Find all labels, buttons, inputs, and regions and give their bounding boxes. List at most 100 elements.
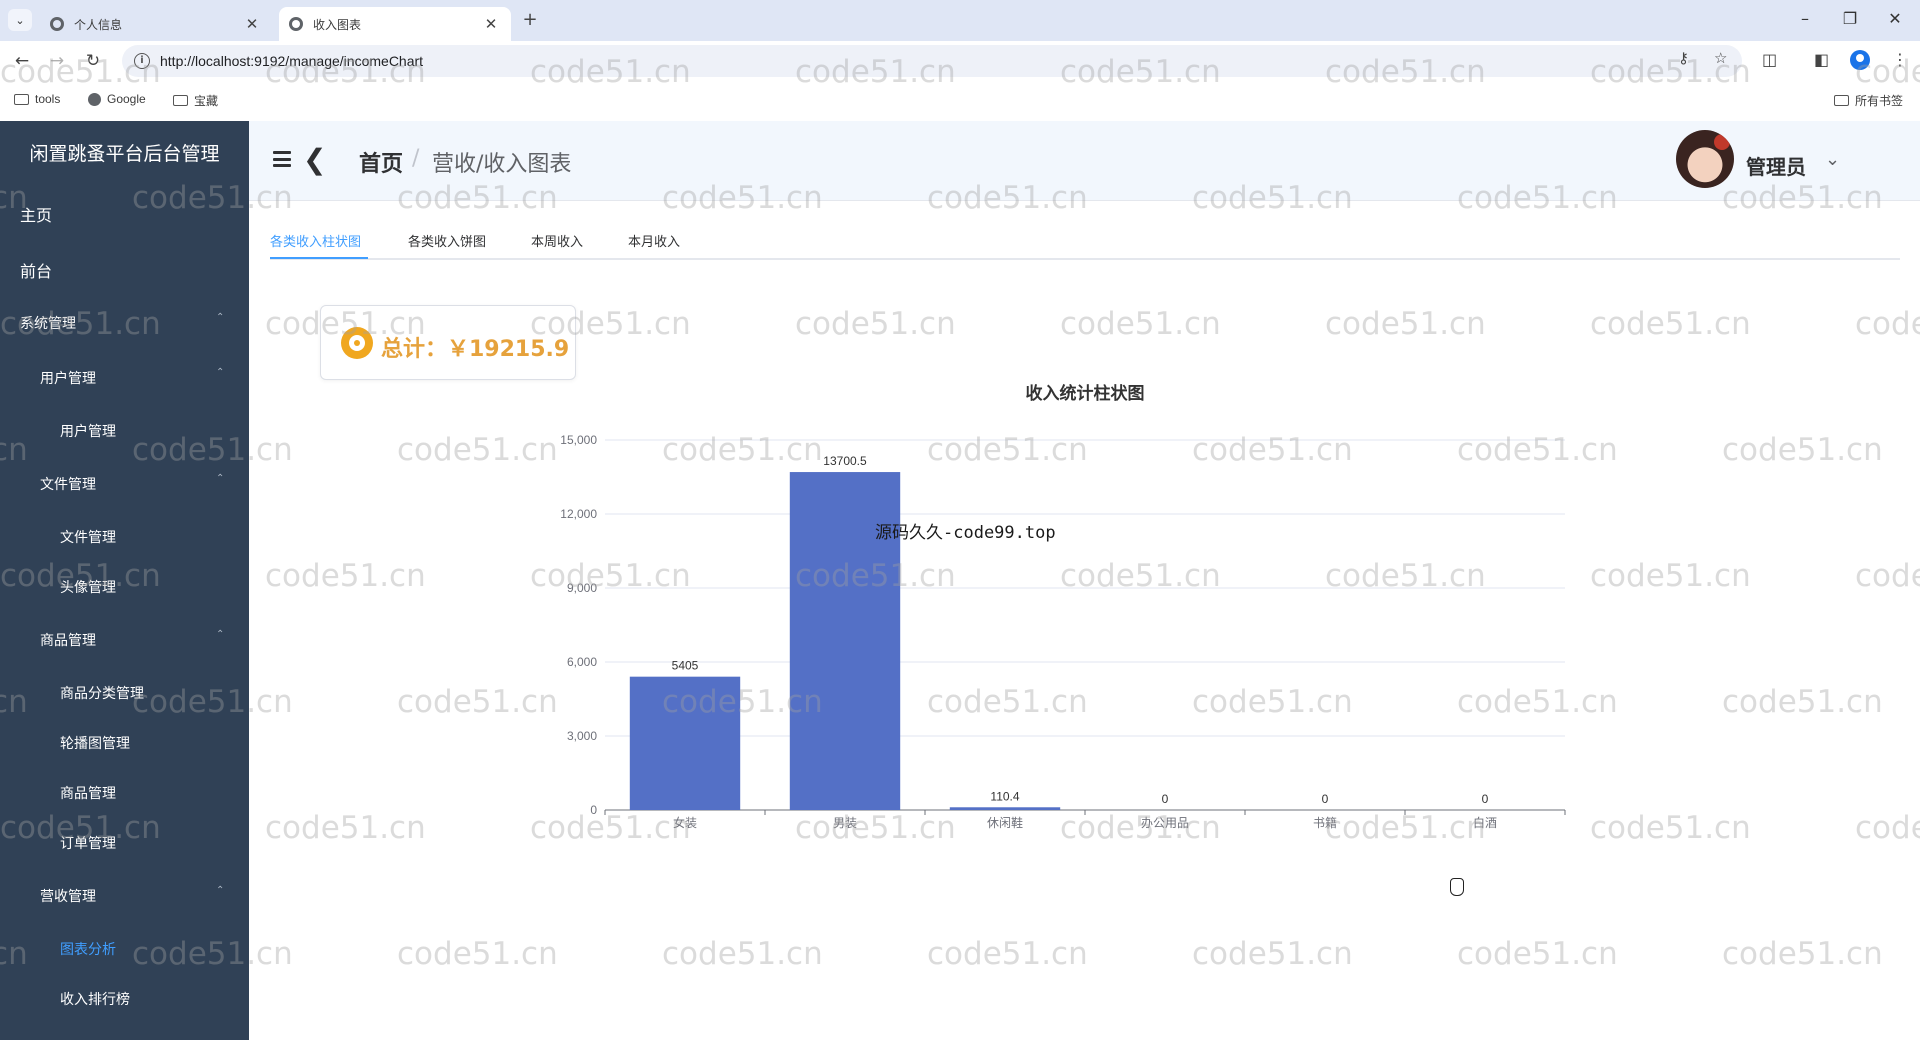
browser-tab-bar: ⌄ 个人信息 ✕ 收入图表 ✕ + – ❐ ✕ — [0, 0, 1920, 41]
y-tick-label: 3,000 — [567, 729, 597, 743]
watermark-text: code51.cn — [265, 810, 426, 846]
breadcrumb-home[interactable]: 首页 — [359, 146, 403, 178]
bar-value-label: 0 — [1162, 792, 1169, 806]
watermark-text: code51.cn — [1457, 936, 1618, 972]
more-menu-icon[interactable]: ⋮ — [1892, 50, 1908, 69]
sidebar-item-label: 用户管理 — [40, 371, 96, 387]
sidebar-item-label: 收入排行榜 — [60, 992, 130, 1008]
sidebar-item-label: 商品管理 — [40, 633, 96, 649]
chart-title: 收入统计柱状图 — [1026, 383, 1145, 404]
chart-svg: 收入统计柱状图 0 3,000 6,000 9,000 12,000 15,000 5405… — [560, 383, 1566, 830]
google-icon — [88, 92, 101, 106]
sidebar: 闲置跳蚤平台后台管理 主页 前台 系统管理 ⌃ 用户管理 ⌃ 用户管理 文件管理… — [0, 121, 249, 1040]
bar-value-label: 0 — [1482, 792, 1489, 806]
watermark-text: code51.cn — [1060, 306, 1221, 342]
sidebar-item-label: 用户管理 — [60, 424, 116, 440]
bar[interactable] — [949, 807, 1061, 810]
x-category-label: 休闲鞋 — [987, 815, 1023, 830]
x-category-label: 男装 — [833, 816, 857, 830]
restore-icon[interactable]: ❐ — [1835, 9, 1865, 28]
forward-arrow-icon[interactable]: → — [44, 49, 70, 73]
watermark-text: code51.cn — [397, 936, 558, 972]
bookmark-tools[interactable]: tools — [14, 92, 60, 106]
watermark-text: code51.cn — [1590, 306, 1751, 342]
bookmark-google[interactable]: Google — [88, 92, 146, 106]
bookmark-label: tools — [35, 92, 61, 106]
chevron-up-icon: ⌃ — [216, 367, 225, 378]
sidebar-item-label: 系统管理 — [20, 316, 76, 332]
sidebar-item-label: 头像管理 — [60, 580, 116, 596]
watermark-text: code51.cn — [1722, 432, 1883, 468]
menu-toggle-icon[interactable] — [273, 151, 291, 167]
sidebar-item-label: 轮播图管理 — [60, 736, 130, 752]
watermark-text: code51.cn — [662, 936, 823, 972]
tab-search-button[interactable]: ⌄ — [8, 9, 32, 31]
y-tick-label: 12,000 — [560, 507, 597, 521]
all-bookmarks-label: 所有书签 — [1855, 94, 1904, 108]
tab-bar-chart[interactable]: 各类收入柱状图 — [270, 231, 361, 250]
bar[interactable] — [789, 472, 901, 810]
chevron-down-icon[interactable]: ⌄ — [1825, 149, 1840, 170]
x-category-label: 女装 — [673, 815, 697, 830]
side-panel-icon[interactable]: ◧ — [1814, 50, 1829, 69]
watermark-text: code51.cn — [1855, 306, 1920, 342]
watermark-text: code51.cn — [1722, 684, 1883, 720]
tab-monthly-income[interactable]: 本月收入 — [628, 231, 680, 250]
back-arrow-icon[interactable]: ← — [9, 49, 35, 73]
globe-icon — [289, 17, 303, 31]
tab-pie-chart[interactable]: 各类收入饼图 — [408, 231, 486, 250]
url-text: http://localhost:9192/manage/incomeChart — [160, 53, 424, 69]
watermark-text: code51.cn — [265, 558, 426, 594]
bar-value-label: 0 — [1322, 792, 1329, 806]
user-name[interactable]: 管理员 — [1746, 151, 1806, 180]
site-info-icon[interactable]: i — [134, 53, 150, 69]
globe-icon — [50, 17, 64, 31]
key-icon[interactable]: ⚷ — [1678, 49, 1689, 67]
new-tab-button[interactable]: + — [518, 9, 542, 31]
minimize-icon[interactable]: – — [1790, 9, 1820, 28]
tab-weekly-income[interactable]: 本周收入 — [531, 231, 583, 250]
sidebar-item-label: 文件管理 — [40, 477, 96, 493]
sidebar-item-label: 前台 — [20, 262, 53, 281]
all-bookmarks[interactable]: 所有书签 — [1834, 92, 1903, 109]
y-tick-label: 0 — [590, 803, 597, 817]
breadcrumb-current: 营收/收入图表 — [432, 152, 572, 177]
browser-tab-profile[interactable]: 个人信息 ✕ — [40, 7, 272, 41]
url-field[interactable]: i http://localhost:9192/manage/incomeCha… — [122, 45, 1742, 77]
watermark-text: code51.cn — [1192, 936, 1353, 972]
reload-icon[interactable]: ↻ — [80, 49, 106, 73]
watermark-text: code51.cn — [1855, 810, 1920, 846]
x-category-label: 书籍 — [1313, 815, 1337, 830]
bookmark-treasure[interactable]: 宝藏 — [173, 92, 218, 109]
bookmark-label: Google — [107, 92, 146, 106]
x-category-label: 办公用品 — [1141, 815, 1189, 830]
sidebar-item-label: 主页 — [20, 206, 53, 225]
browser-tab-income-chart[interactable]: 收入图表 ✕ — [279, 7, 511, 41]
main-header: ❮ 首页 / 营收/收入图表 管理员 ⌄ — [249, 121, 1920, 201]
sidebar-item-label: 商品管理 — [60, 786, 116, 802]
total-card: 总计：￥19215.9 — [320, 305, 576, 380]
bookmark-label: 宝藏 — [194, 94, 219, 108]
bar-value-label: 5405 — [672, 659, 699, 673]
sidebar-item-label: 营收管理 — [40, 889, 96, 905]
star-icon[interactable]: ☆ — [1714, 49, 1727, 67]
bar[interactable] — [629, 676, 741, 810]
chevron-up-icon: ⌃ — [216, 885, 225, 896]
bar-value-label: 13700.5 — [823, 454, 867, 468]
avatar[interactable] — [1676, 130, 1734, 188]
close-icon[interactable]: ✕ — [481, 15, 501, 33]
folder-icon — [14, 93, 29, 105]
x-category-label: 白酒 — [1473, 815, 1497, 830]
income-bar-chart: 收入统计柱状图 0 3,000 6,000 9,000 12,000 15,000 5405… — [520, 370, 1620, 840]
y-tick-label: 6,000 — [567, 655, 597, 669]
watermark-text: code51.cn — [1722, 936, 1883, 972]
browser-tab-title: 收入图表 — [313, 17, 362, 32]
close-icon[interactable]: ✕ — [242, 15, 262, 33]
window-close-icon[interactable]: ✕ — [1880, 9, 1910, 28]
active-tab-indicator — [270, 257, 368, 259]
folder-icon — [1834, 95, 1849, 106]
back-icon[interactable]: ❮ — [303, 143, 326, 176]
chevron-up-icon: ⌃ — [216, 312, 225, 323]
extensions-icon[interactable]: ◫ — [1762, 50, 1777, 69]
profile-icon[interactable] — [1850, 50, 1870, 70]
